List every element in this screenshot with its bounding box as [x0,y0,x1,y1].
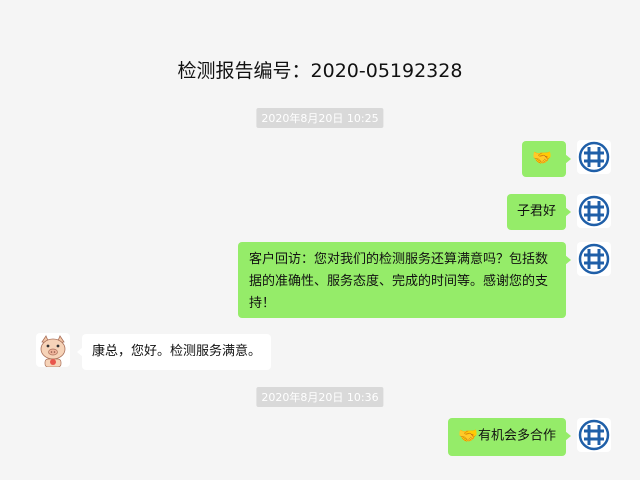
company-logo-icon [577,418,611,452]
page-title: 检测报告编号：2020-05192328 [177,60,463,82]
pig-avatar-icon [36,333,70,367]
company-logo-icon [577,194,611,228]
handshake-emoji: 🤝 [458,426,478,445]
self-avatar[interactable] [577,242,611,276]
message-text: 子君好 [516,204,556,219]
self-avatar[interactable] [577,418,611,452]
timestamp: 2020年8月20日 10:36 [256,387,384,407]
message-text: 康总，您好。检测服务满意。 [92,344,262,359]
handshake-emoji: 🤝 [532,148,552,167]
message-bubble-3[interactable]: 客户回访：您对我们的检测服务还算满意吗？包括数据的准确性、服务态度、完成的时间等… [238,242,571,318]
message-bubble-5[interactable]: 🤝有机会多合作 [448,418,571,456]
message-bubble-1[interactable]: 🤝 [522,141,571,177]
contact-avatar[interactable] [36,333,70,367]
self-avatar[interactable] [577,194,611,228]
timestamp: 2020年8月20日 10:25 [256,108,384,128]
self-avatar[interactable] [577,140,611,174]
message-bubble-2[interactable]: 子君好 [506,194,572,230]
company-logo-icon [577,242,611,276]
message-text: 客户回访：您对我们的检测服务还算满意吗？包括数据的准确性、服务态度、完成的时间等… [249,252,549,311]
message-bubble-4[interactable]: 康总，您好。检测服务满意。 [76,334,272,370]
message-text: 有机会多合作 [477,428,556,444]
company-logo-icon [577,140,611,174]
